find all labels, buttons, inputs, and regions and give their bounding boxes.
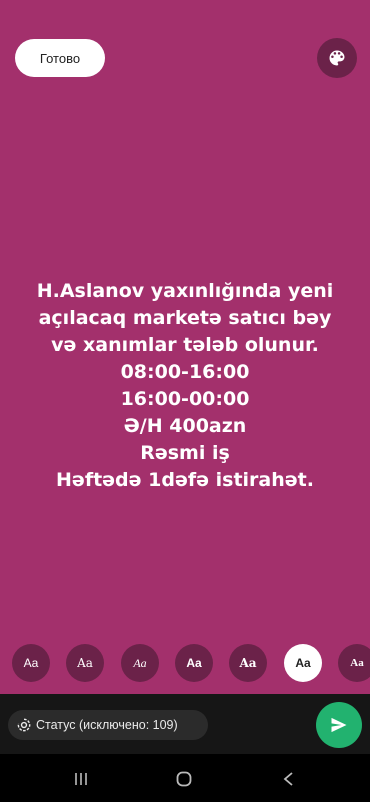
palette-icon [327, 48, 347, 68]
status-line: Ə/H 400azn [123, 415, 247, 437]
status-text[interactable]: H.Aslanov yaxınlığında yeni açılacaq mar… [10, 278, 360, 494]
status-line: 08:00-16:00 [120, 361, 250, 383]
status-line: H.Aslanov yaxınlığında yeni [36, 280, 334, 302]
font-option-sans[interactable]: Aa [12, 644, 50, 682]
back-icon [280, 770, 298, 788]
font-option-serif[interactable]: Aa [66, 644, 104, 682]
audience-label: Статус (исключено: 109) [36, 718, 178, 732]
recents-button[interactable] [70, 768, 92, 790]
recents-icon [72, 770, 90, 788]
font-option-selected[interactable]: Aa [284, 644, 322, 682]
status-line: Həftədə 1dəfə istirahət. [56, 469, 314, 491]
audience-selector[interactable]: Статус (исключено: 109) [8, 710, 208, 740]
send-button[interactable] [316, 702, 362, 748]
bottom-bar: Статус (исключено: 109) [0, 694, 370, 754]
status-line: və xanımlar tələb olunur. [51, 334, 319, 356]
status-line: açılacaq marketə satıcı bəy [38, 307, 332, 329]
color-palette-button[interactable] [317, 38, 357, 78]
home-icon [175, 770, 193, 788]
system-navigation-bar [0, 754, 370, 802]
font-option-slab[interactable]: Aa [338, 644, 370, 682]
font-style-picker: Aa Aa Aa Aa Aa Aa Aa [0, 644, 370, 682]
status-line: Rəsmi iş [140, 442, 230, 464]
font-option-bold[interactable]: Aa [175, 644, 213, 682]
send-icon [329, 715, 349, 735]
font-option-italic[interactable]: Aa [121, 644, 159, 682]
status-ring-icon [17, 718, 31, 732]
home-button[interactable] [173, 768, 195, 790]
status-line: 16:00-00:00 [120, 388, 250, 410]
font-option-bold-serif[interactable]: Aa [229, 644, 267, 682]
back-button[interactable] [278, 768, 300, 790]
done-button[interactable]: Готово [15, 39, 105, 77]
